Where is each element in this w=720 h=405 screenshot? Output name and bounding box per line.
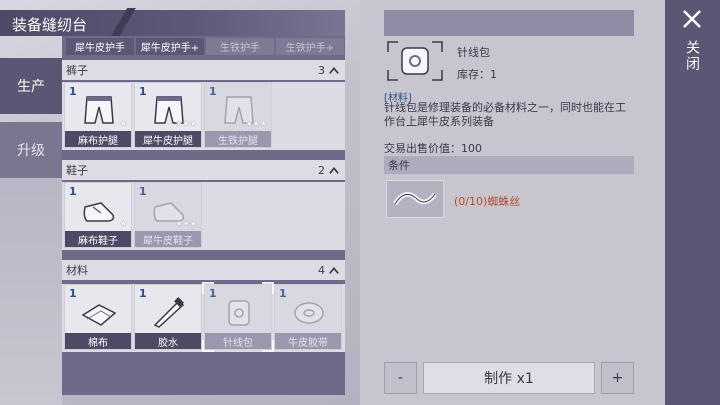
- items-row-materials: 1 棉布 1 胶水 1 针线包 1 牛皮胶带: [62, 282, 345, 352]
- recipe-item[interactable]: 1 棉布: [64, 284, 132, 350]
- title-bar: 装备缝纫台: [0, 10, 345, 36]
- section-count: 4: [318, 263, 325, 277]
- item-qty: 1: [69, 185, 77, 198]
- chevron-up-icon[interactable]: [329, 165, 339, 175]
- items-row-pants: 1 ★ 麻布护腿 1 ★★★ 犀牛皮护腿 1 ★★★ 生铁护腿: [62, 82, 345, 150]
- list-item[interactable]: 犀牛皮护手+: [136, 38, 204, 55]
- craft-button[interactable]: 制作 x1: [423, 362, 595, 394]
- decrease-button[interactable]: -: [384, 362, 417, 394]
- list-item[interactable]: 犀牛皮护手: [66, 38, 134, 55]
- item-qty: 1: [209, 85, 217, 98]
- item-label: 针线包: [205, 333, 271, 349]
- recipe-item[interactable]: 1 ★ 麻布护腿: [64, 82, 132, 148]
- list-item[interactable]: 生铁护手: [206, 38, 274, 55]
- recipe-item-selected[interactable]: 1 针线包: [202, 282, 274, 352]
- item-qty: 1: [139, 85, 147, 98]
- chevron-up-icon[interactable]: [329, 265, 339, 275]
- item-label: 牛皮胶带: [275, 333, 341, 349]
- cloth-icon: [81, 304, 117, 326]
- recipe-list[interactable]: 犀牛皮护手 犀牛皮护手+ 生铁护手 生铁护手+ 裤子 3 1 ★ 麻布护腿 1 …: [62, 36, 345, 395]
- section-header-pants[interactable]: 裤子 3: [62, 60, 345, 80]
- item-stock: 库存：1: [457, 68, 497, 81]
- item-qty: 1: [69, 85, 77, 98]
- tape-icon: [294, 302, 324, 324]
- glue-icon: [153, 297, 185, 328]
- list-item[interactable]: 生铁护手+: [276, 38, 344, 55]
- item-qty: 1: [139, 287, 147, 300]
- section-name: 鞋子: [66, 164, 88, 177]
- page-title: 装备缝纫台: [12, 16, 88, 34]
- title-decoration: [104, 8, 144, 38]
- item-label: 犀牛皮鞋子: [135, 231, 201, 247]
- item-label: 生铁护腿: [205, 131, 271, 147]
- item-qty: 1: [279, 287, 287, 300]
- recipe-item[interactable]: 1 ★★★ 犀牛皮护腿: [134, 82, 202, 148]
- recipe-item[interactable]: 1 胶水: [134, 284, 202, 350]
- section-count: 3: [318, 63, 325, 77]
- tab-production[interactable]: 生产: [0, 58, 62, 114]
- pants-icon: [84, 96, 114, 124]
- item-label: 麻布护腿: [65, 131, 131, 147]
- top-item-row: 犀牛皮护手 犀牛皮护手+ 生铁护手 生铁护手+: [62, 38, 345, 56]
- increase-button[interactable]: +: [601, 362, 634, 394]
- conditions-header: 条件: [384, 156, 634, 174]
- shoe-icon: [83, 202, 115, 222]
- item-label: 麻布鞋子: [65, 231, 131, 247]
- sewing-kit-icon: [228, 300, 250, 326]
- left-tab-strip: [0, 178, 62, 405]
- item-stars: ★★★: [245, 119, 267, 128]
- chevron-up-icon[interactable]: [329, 65, 339, 75]
- section-name: 裤子: [66, 64, 88, 77]
- item-stars: ★: [119, 119, 127, 128]
- section-count-group: 4: [318, 264, 339, 277]
- section-count: 2: [318, 163, 325, 177]
- recipe-item[interactable]: 1 ★★★ 犀牛皮鞋子: [134, 182, 202, 248]
- detail-header-bar: [384, 10, 634, 36]
- sewing-kit-icon: [387, 41, 443, 81]
- item-description: 针线包是修理装备的必备材料之一，同时也能在工作台上犀牛皮系列装备: [384, 101, 626, 128]
- condition-requirement: (0/10)蜘蛛丝: [454, 195, 521, 208]
- close-label[interactable]: 关闭: [682, 40, 702, 72]
- item-qty: 1: [69, 287, 77, 300]
- section-header-shoes[interactable]: 鞋子 2: [62, 160, 345, 180]
- close-icon[interactable]: [681, 8, 703, 30]
- item-label: 胶水: [135, 333, 201, 349]
- item-name: 针线包: [457, 46, 490, 59]
- recipe-item[interactable]: 1 牛皮胶带: [274, 284, 342, 350]
- recipe-item[interactable]: 1 ★ 麻布鞋子: [64, 182, 132, 248]
- recipe-item[interactable]: 1 ★★★ 生铁护腿: [204, 82, 272, 148]
- item-stars: ★: [119, 219, 127, 228]
- item-stars: ★★★: [175, 119, 197, 128]
- item-qty: 1: [139, 185, 147, 198]
- tab-upgrade[interactable]: 升级: [0, 122, 62, 178]
- item-stars: ★★★: [175, 219, 197, 228]
- items-row-shoes: 1 ★ 麻布鞋子 1 ★★★ 犀牛皮鞋子: [62, 182, 345, 250]
- section-count-group: 2: [318, 164, 339, 177]
- section-name: 材料: [66, 264, 88, 277]
- section-count-group: 3: [318, 64, 339, 77]
- item-price: 交易出售价值：100: [384, 142, 482, 155]
- item-qty: 1: [209, 287, 217, 300]
- spider-silk-icon: [386, 180, 444, 218]
- item-label: 棉布: [65, 333, 131, 349]
- section-header-materials[interactable]: 材料 4: [62, 260, 345, 280]
- item-label: 犀牛皮护腿: [135, 131, 201, 147]
